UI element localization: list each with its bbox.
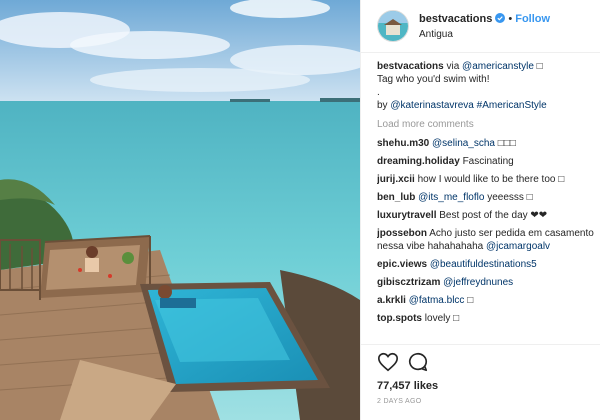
header-separator: • xyxy=(508,12,513,25)
comment-text: Best post of the day ❤❤ xyxy=(439,210,548,221)
comment-username[interactable]: a.krkli xyxy=(377,295,406,306)
post-header: bestvacations • Follow Antigua xyxy=(361,0,600,53)
comment-mention[interactable]: @fatma.blcc xyxy=(409,295,465,306)
caption-hashtag[interactable]: #AmericanStyle xyxy=(477,100,547,111)
comment-mention[interactable]: @selina_scha xyxy=(432,138,495,149)
comment-suffix: □ xyxy=(464,295,474,306)
comment-username[interactable]: top.spots xyxy=(377,313,422,324)
comment-row: epic.views @beautifuldestinations5 xyxy=(377,258,594,271)
comment-mention[interactable]: @jcamargoalv xyxy=(486,241,550,252)
comment-username[interactable]: epic.views xyxy=(377,259,427,270)
likes-count[interactable]: 77,457 likes xyxy=(361,373,600,392)
comment-row: jurij.xcii how I would like to be there … xyxy=(377,173,594,186)
heart-icon[interactable] xyxy=(377,351,399,373)
comment-container: shehu.m30 @selina_scha □□□ dreaming.holid… xyxy=(377,137,594,325)
caption-mention[interactable]: @americanstyle xyxy=(462,61,534,72)
post-timestamp: 2 DAYS AGO xyxy=(377,398,422,405)
comment-row: top.spots lovely □ xyxy=(377,312,594,325)
post-caption: bestvacations via @americanstyle □ Tag w… xyxy=(377,60,594,112)
beach-villa-pool-image xyxy=(0,0,360,420)
post-side-panel: bestvacations • Follow Antigua bestvacatio… xyxy=(360,0,600,420)
comment-row: shehu.m30 @selina_scha □□□ xyxy=(377,137,594,150)
caption-username[interactable]: bestvacations xyxy=(377,61,444,72)
caption-line2: Tag who you'd swim with! xyxy=(377,74,490,85)
comment-row: ben_lub @its_me_floflo yeeesss □ xyxy=(377,191,594,204)
comment-username[interactable]: luxurytravell xyxy=(377,210,436,221)
comments-list: bestvacations via @americanstyle □ Tag w… xyxy=(377,60,594,343)
caption-emoji: □ xyxy=(536,61,543,72)
avatar[interactable] xyxy=(377,10,409,42)
comment-suffix: yeeesss □ xyxy=(484,192,533,203)
instagram-post: bestvacations • Follow Antigua bestvacatio… xyxy=(0,0,600,420)
comment-username[interactable]: jpossebon xyxy=(377,228,427,239)
comment-row: jpossebon Acho justo ser pedida em casam… xyxy=(377,227,594,253)
post-photo[interactable] xyxy=(0,0,360,420)
comment-text: how I would like to be there too □ xyxy=(417,174,565,185)
comment-username[interactable]: ben_lub xyxy=(377,192,415,203)
location-link[interactable]: Antigua xyxy=(419,27,550,43)
comment-username[interactable]: shehu.m30 xyxy=(377,138,429,149)
verified-badge-icon xyxy=(495,12,506,23)
caption-by: by xyxy=(377,100,391,111)
comment-icon[interactable] xyxy=(407,351,429,373)
comment-username[interactable]: dreaming.holiday xyxy=(377,156,460,167)
caption-text: via xyxy=(443,61,463,72)
comment-username[interactable]: jurij.xcii xyxy=(377,174,415,185)
comment-text: lovely □ xyxy=(424,313,460,324)
comment-row: gibiscztrizam @jeffreydnunes xyxy=(377,276,594,289)
avatar-image xyxy=(378,11,408,41)
comment-text: Fascinating xyxy=(462,156,514,167)
post-actions: 77,457 likes 2 DAYS AGO xyxy=(361,344,600,405)
load-more-comments-button[interactable]: Load more comments xyxy=(377,118,594,131)
comment-row: luxurytravell Best post of the day ❤❤ xyxy=(377,209,594,222)
caption-line3: . xyxy=(377,87,380,98)
header-username[interactable]: bestvacations xyxy=(419,13,492,25)
comment-row: dreaming.holiday Fascinating xyxy=(377,155,594,168)
follow-button[interactable]: Follow xyxy=(515,13,550,25)
comment-mention[interactable]: @jeffreydnunes xyxy=(443,277,513,288)
comment-row: a.krkli @fatma.blcc □ xyxy=(377,294,594,307)
comment-mention[interactable]: @beautifuldestinations5 xyxy=(430,259,537,270)
comment-username[interactable]: gibiscztrizam xyxy=(377,277,440,288)
caption-author-mention[interactable]: @katerinastavreva xyxy=(390,100,474,111)
comment-suffix: □□□ xyxy=(495,138,516,149)
comment-mention[interactable]: @its_me_floflo xyxy=(418,192,484,203)
